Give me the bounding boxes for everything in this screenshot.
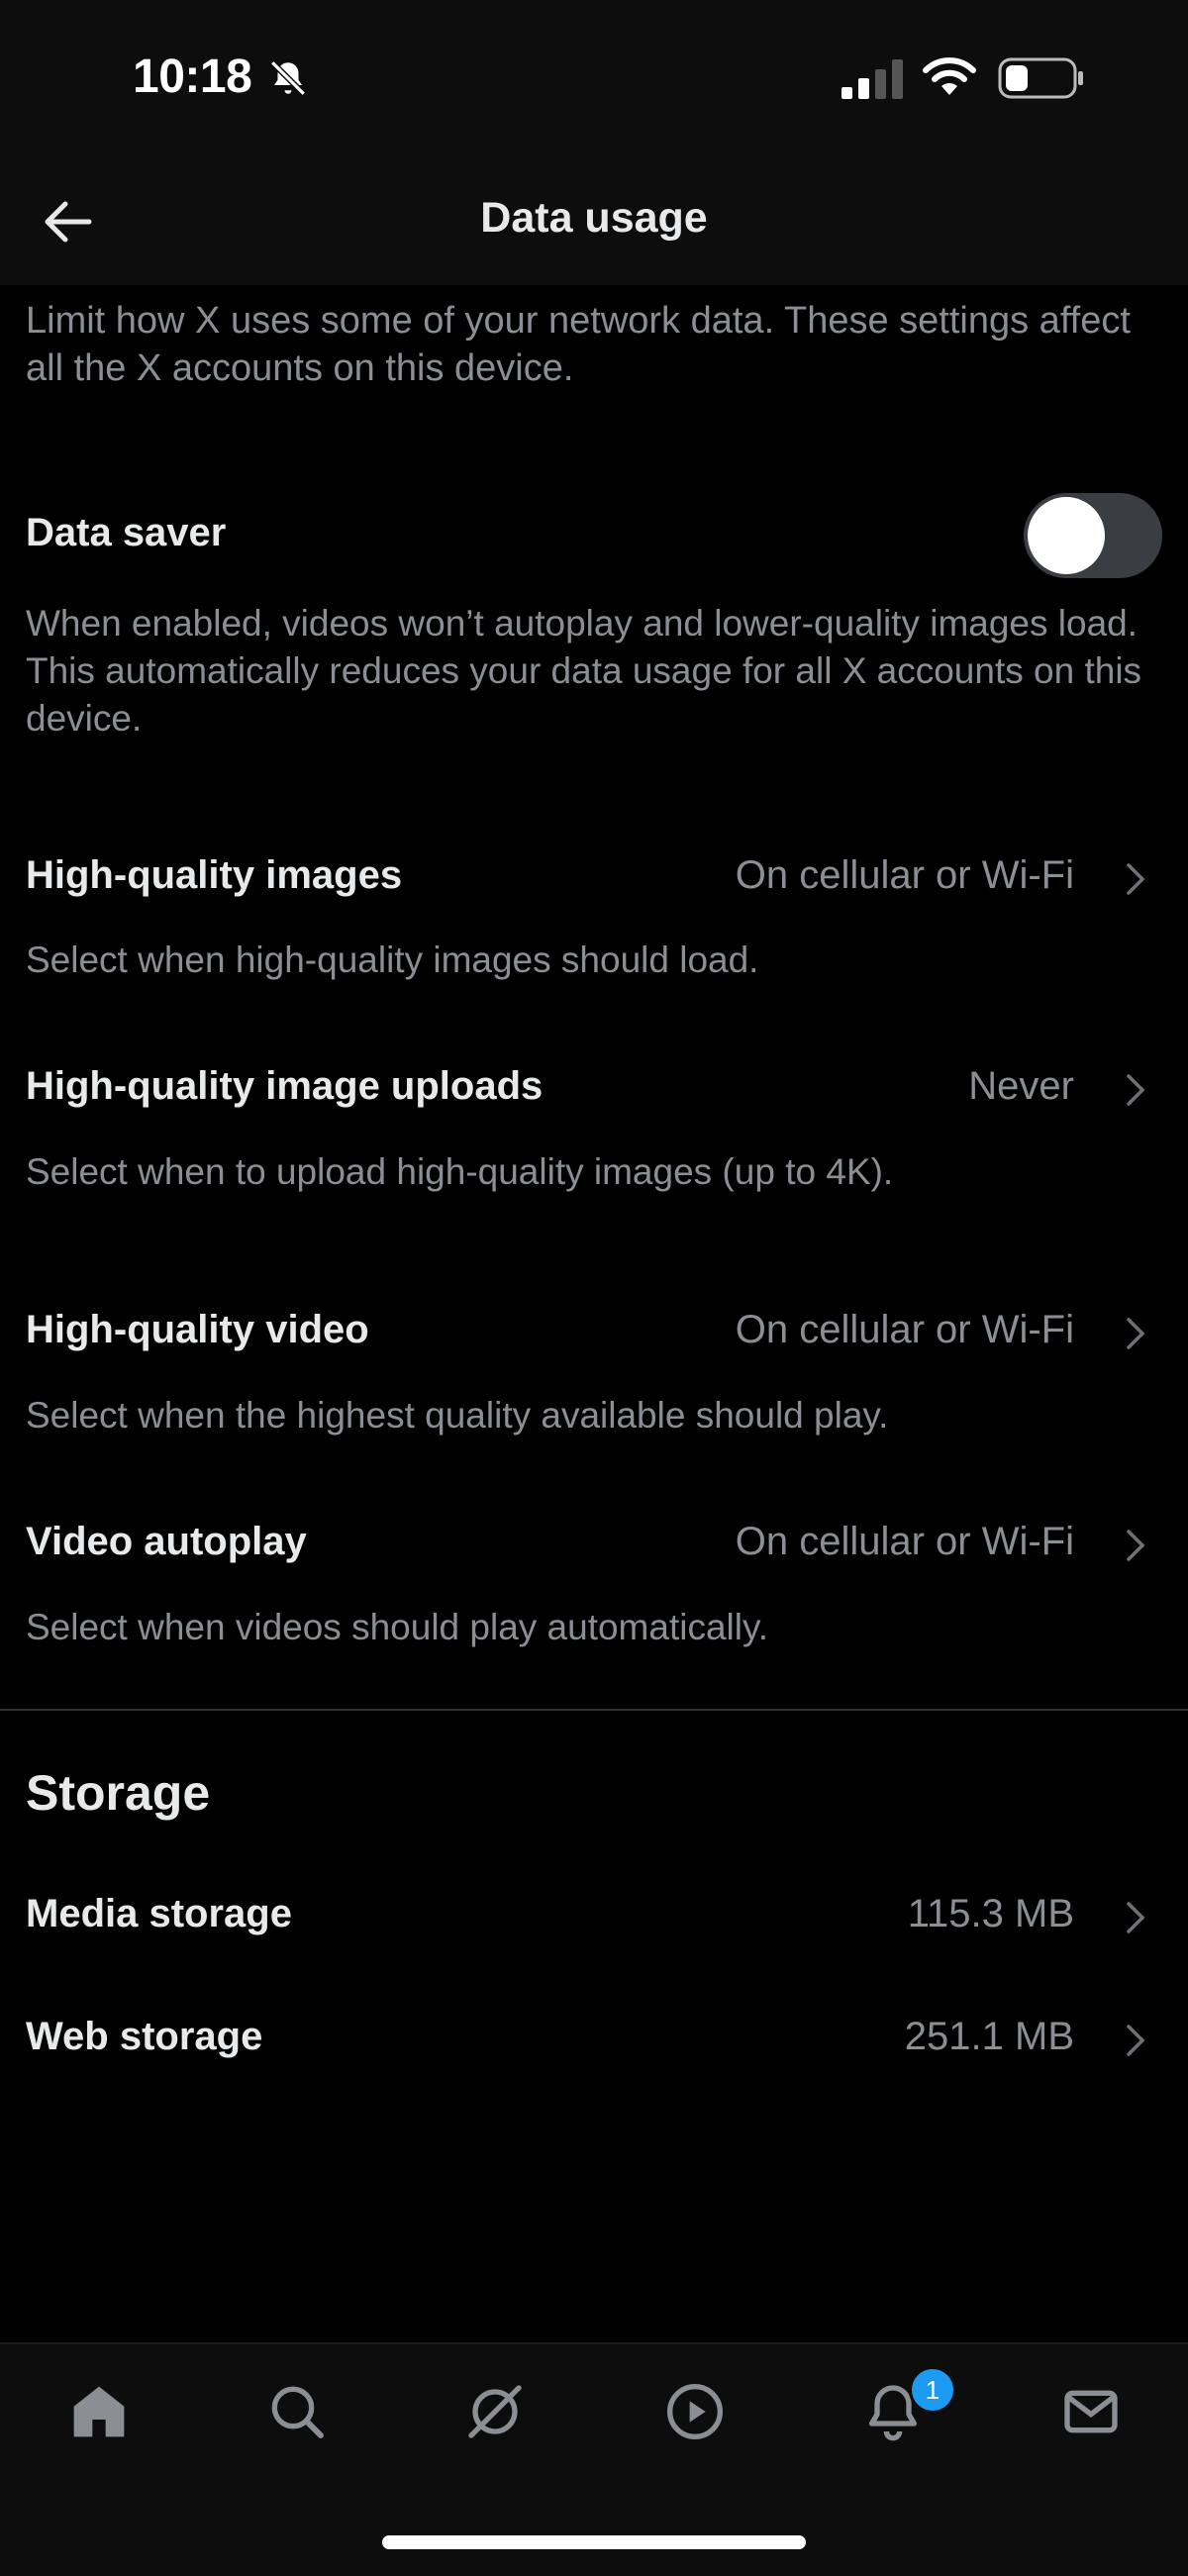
video-icon: [667, 2384, 723, 2439]
tab-home[interactable]: [59, 2372, 139, 2451]
page-title: Data usage: [480, 194, 708, 242]
storage-label: Web storage: [26, 2015, 263, 2058]
setting-label: High-quality images: [26, 853, 403, 897]
data-saver-label: Data saver: [26, 511, 227, 554]
chevron-right-icon: [1127, 1530, 1145, 1561]
tab-search[interactable]: [257, 2372, 337, 2451]
home-icon: [73, 2386, 125, 2437]
storage-value: 251.1 MB: [904, 2015, 1074, 2058]
setting-description: Select when videos should play automatic…: [26, 1607, 769, 1647]
section-divider: [0, 1709, 1188, 1711]
data-saver-description: When enabled, videos won’t autoplay and …: [26, 603, 1142, 739]
data-saver-toggle[interactable]: [1024, 493, 1162, 578]
tab-video[interactable]: [655, 2372, 735, 2451]
setting-label: High-quality video: [26, 1308, 369, 1351]
chevron-right-icon: [1127, 1902, 1145, 1933]
chevron-right-icon: [1127, 1318, 1145, 1349]
grok-icon: [468, 2385, 522, 2438]
chevron-right-icon: [1127, 2025, 1145, 2056]
wifi-icon: [923, 57, 976, 95]
setting-value: Never: [968, 1064, 1074, 1108]
setting-value: On cellular or Wi-Fi: [735, 1308, 1074, 1351]
chevron-right-icon: [1127, 863, 1145, 895]
notifications-badge: 1: [909, 2366, 956, 2414]
chevron-right-icon: [1127, 1074, 1145, 1106]
storage-section-title: Storage: [26, 1765, 211, 1821]
toggle-knob: [1028, 497, 1105, 574]
home-indicator: [382, 2535, 806, 2549]
setting-description: Select when to upload high-quality image…: [26, 1151, 894, 1192]
storage-value: 115.3 MB: [907, 1892, 1074, 1935]
setting-label: Video autoplay: [26, 1520, 307, 1563]
storage-label: Media storage: [26, 1892, 292, 1935]
setting-label: High-quality image uploads: [26, 1064, 544, 1108]
cellular-signal-icon: [842, 59, 903, 99]
setting-value: On cellular or Wi-Fi: [735, 1520, 1074, 1563]
battery-icon: [998, 57, 1083, 99]
intro-text: Limit how X uses some of your network da…: [26, 300, 1131, 389]
tab-grok[interactable]: [455, 2372, 535, 2451]
setting-description: Select when the highest quality availabl…: [26, 1395, 889, 1436]
setting-description: Select when high-quality images should l…: [26, 940, 759, 980]
setting-value: On cellular or Wi-Fi: [735, 853, 1074, 897]
messages-icon: [1064, 2390, 1118, 2433]
status-time: 10:18: [133, 50, 252, 103]
tab-messages[interactable]: [1051, 2372, 1131, 2451]
bell-off-icon: [270, 60, 306, 96]
search-icon: [271, 2386, 324, 2438]
